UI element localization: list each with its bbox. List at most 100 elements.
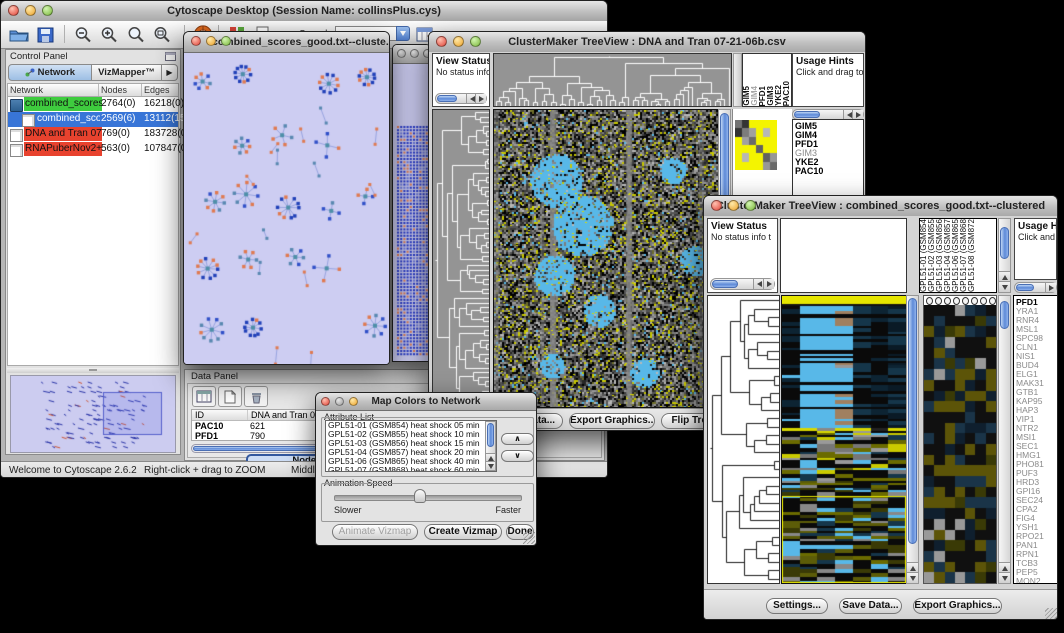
tv1-top-dendrogram[interactable] (493, 53, 732, 107)
close-button[interactable] (191, 36, 201, 46)
tab-vizmapper[interactable]: VizMapper™ (92, 64, 162, 81)
tv2-vertical-scrollbar[interactable] (906, 295, 919, 584)
tv2-usage-scrollbar[interactable] (1014, 282, 1057, 293)
zoom-button[interactable] (349, 397, 358, 406)
search-dropdown-button[interactable] (396, 26, 410, 41)
minimize-button[interactable] (728, 200, 739, 211)
network-overview-canvas[interactable] (11, 376, 175, 452)
new-attribute-button[interactable] (218, 386, 242, 407)
gene-label[interactable]: PAC10 (795, 167, 863, 176)
zoom-in-button[interactable] (97, 24, 121, 45)
main-title-bar[interactable]: Cytoscape Desktop (Session Name: collins… (1, 1, 607, 22)
scrollbar-thumb[interactable] (437, 95, 457, 102)
network-window-title-bar[interactable]: combined_scores_good.txt--cluste... (184, 32, 389, 53)
tv1-status-scrollbar[interactable] (435, 93, 487, 104)
save-data-button[interactable]: Save Data... (839, 598, 902, 614)
treeview2-title: ClusterMaker TreeView : combined_scores_… (716, 200, 1045, 212)
attribute-list-item[interactable]: GPL51-07 (GSM868) heat shock 60 min (328, 466, 496, 472)
move-up-button[interactable]: ∧ (501, 433, 534, 445)
scrollbar-thumb[interactable] (794, 111, 820, 118)
speed-slider-thumb[interactable] (414, 489, 426, 503)
tv2-left-dendrogram[interactable] (707, 295, 780, 584)
network-row[interactable]: DNA and Tran 07 769(0) 183728(0) (8, 127, 178, 142)
network-view-window: combined_scores_good.txt--cluste... (183, 31, 390, 365)
network-overview-panel[interactable] (10, 375, 176, 453)
tv1-heatmap[interactable] (493, 109, 719, 408)
zoom-button[interactable] (470, 36, 481, 47)
tv1-similarity-matrix[interactable] (735, 120, 777, 170)
resize-grip[interactable] (1045, 608, 1057, 620)
create-vizmap-button[interactable]: Create Vizmap (424, 524, 502, 540)
network-canvas[interactable] (184, 53, 389, 365)
tv2-zoom-panel (923, 295, 997, 584)
move-down-button[interactable]: ∨ (501, 450, 534, 462)
close-button[interactable] (321, 397, 330, 406)
scroll-down-icon[interactable] (907, 572, 918, 583)
tv2-zoom-heatmap[interactable] (924, 305, 996, 583)
zoom-selected-button[interactable] (124, 24, 148, 45)
scrollbar-thumb[interactable] (487, 423, 494, 447)
export-graphics-button[interactable]: Export Graphics... (569, 413, 655, 429)
scrollbar-thumb[interactable] (1000, 301, 1009, 329)
open-file-button[interactable] (7, 24, 31, 45)
panel-splitter[interactable] (7, 368, 179, 373)
tv2-heatmap[interactable] (781, 295, 907, 584)
dialog-title-bar[interactable]: Map Colors to Network (316, 393, 536, 411)
tv2-zoom-scrollbar[interactable] (998, 295, 1011, 584)
minimize-button[interactable] (206, 36, 216, 46)
scroll-right-icon[interactable] (475, 94, 486, 103)
zoom-button[interactable] (221, 36, 231, 46)
minimize-button[interactable] (335, 397, 344, 406)
network-row[interactable]: combined_sco 2569(6) 13112(15) (8, 112, 178, 127)
scroll-right-icon[interactable] (1045, 283, 1056, 292)
delete-attribute-trash-button[interactable] (244, 386, 268, 407)
close-button[interactable] (397, 49, 406, 58)
treeview2-title-bar[interactable]: ClusterMaker TreeView : combined_scores_… (704, 196, 1057, 217)
tv2-top-dendrogram-panel[interactable] (780, 218, 907, 293)
gene-label[interactable]: MON2 (1016, 577, 1058, 584)
network-row[interactable]: RNAPuberNov2+ 563(0) 107847(0) (8, 142, 178, 157)
scroll-down-icon[interactable] (999, 281, 1010, 292)
zoom-out-button[interactable] (71, 24, 95, 45)
scrollbar-thumb[interactable] (712, 280, 738, 288)
tv1-left-dendrogram[interactable] (432, 109, 490, 408)
tv2-view-status-panel: View Status No status info t (707, 218, 778, 293)
document-icon (10, 144, 23, 157)
select-attributes-button[interactable] (192, 386, 216, 407)
tv1-mini-scrollbar[interactable] (733, 53, 742, 107)
tv2-zoom-column-markers (924, 296, 996, 305)
attribute-list: GPL51-01 (GSM854) heat shock 05 minGPL51… (325, 420, 497, 472)
zoom-button[interactable] (745, 200, 756, 211)
close-button[interactable] (711, 200, 722, 211)
behind-window-title-bar[interactable] (393, 45, 430, 64)
scroll-right-icon[interactable] (763, 279, 774, 289)
speed-slider-track[interactable] (334, 495, 522, 501)
animate-vizmap-button[interactable]: Animate Vizmap (332, 524, 418, 540)
scrollbar-thumb[interactable] (908, 298, 917, 544)
scrollbar-thumb[interactable] (1000, 227, 1009, 259)
tv2-status-scrollbar[interactable] (710, 278, 775, 290)
minimize-button[interactable] (453, 36, 464, 47)
save-button[interactable] (33, 24, 57, 45)
close-button[interactable] (436, 36, 447, 47)
attribute-list-scrollbar[interactable] (485, 421, 496, 471)
export-graphics-button[interactable]: Export Graphics... (913, 598, 1002, 614)
float-panel-icon[interactable] (165, 52, 176, 61)
treeview1-title-bar[interactable]: ClusterMaker TreeView : DNA and Tran 07-… (429, 32, 865, 53)
tab-network[interactable]: Network (8, 64, 92, 81)
network-canvas-behind[interactable] (393, 64, 430, 362)
tab-overflow-arrow[interactable]: ▶ (162, 64, 178, 81)
close-button[interactable] (8, 5, 19, 16)
settings-button[interactable]: Settings... (766, 598, 828, 614)
zoom-button[interactable] (42, 5, 53, 16)
zoom-fit-button[interactable] (150, 24, 174, 45)
scroll-right-icon[interactable] (852, 110, 863, 119)
scroll-down-icon[interactable] (486, 461, 495, 470)
scroll-down-icon[interactable] (999, 572, 1010, 583)
scrollbar-thumb[interactable] (1016, 284, 1034, 291)
tv2-top-scrollbar[interactable] (998, 218, 1011, 293)
resize-grip[interactable] (523, 532, 535, 544)
network-row[interactable]: combined_scores 2764(0) 16218(0) (8, 97, 178, 112)
minimize-button[interactable] (25, 5, 36, 16)
minimize-button[interactable] (410, 49, 419, 58)
